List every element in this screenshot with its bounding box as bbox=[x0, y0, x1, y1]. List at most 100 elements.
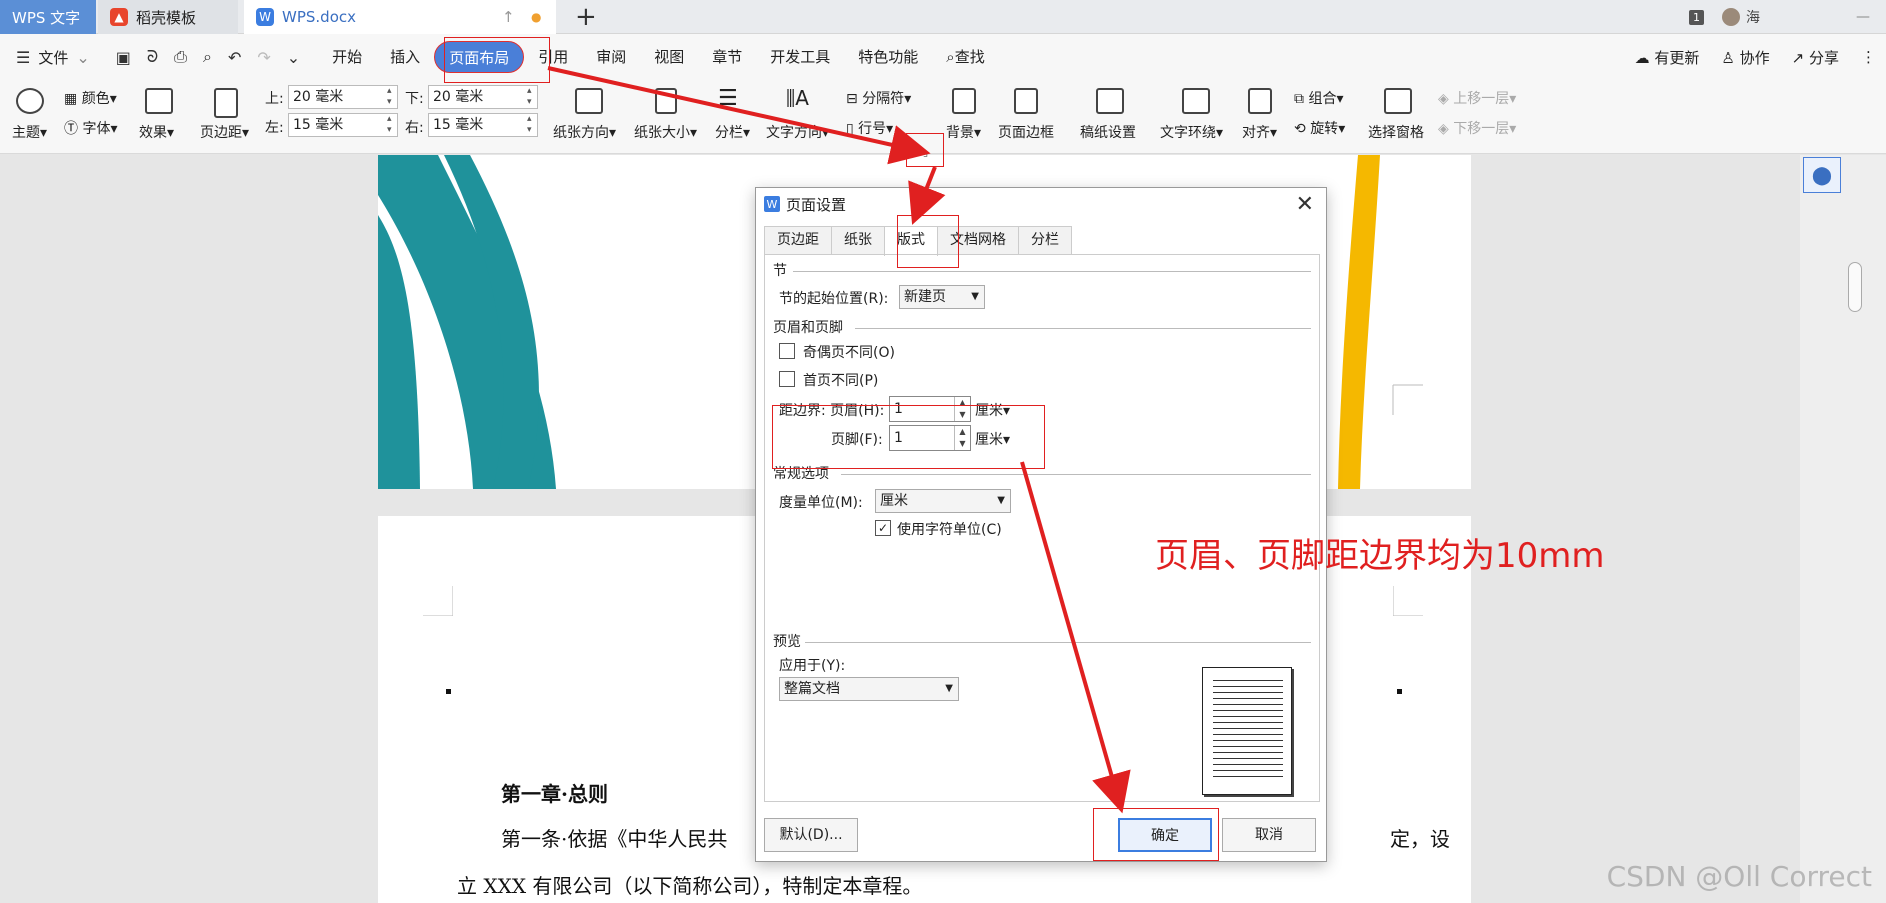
section-start-select[interactable]: 新建页 ▼ bbox=[899, 285, 985, 309]
file-menu[interactable]: 文件 bbox=[38, 47, 68, 68]
tab-margins[interactable]: 页边距 bbox=[764, 226, 832, 254]
more-icon[interactable]: ⋮ bbox=[1861, 48, 1876, 66]
manuscript-button[interactable]: 稿纸设置 bbox=[1080, 122, 1136, 142]
upload-icon[interactable]: ↑ bbox=[502, 8, 515, 26]
rotate-button[interactable]: ⟲ 旋转▾ bbox=[1294, 118, 1345, 138]
menu-section[interactable]: 章节 bbox=[698, 41, 756, 73]
left-margin-input[interactable]: 15 毫米 bbox=[288, 113, 398, 137]
font-button[interactable]: Ⓣ 字体▾ bbox=[64, 118, 117, 138]
paragraph-line-2[interactable]: 立 XXX 有限公司（以下简称公司），特制定本章程。 bbox=[457, 870, 922, 899]
left-margin-label: 左: bbox=[265, 120, 284, 136]
menu-insert[interactable]: 插入 bbox=[376, 41, 434, 73]
caret-down-icon: ▼ bbox=[971, 291, 979, 302]
cloud-icon: ☁ bbox=[1634, 48, 1655, 67]
send-backward-button[interactable]: ◈ 下移一层▾ bbox=[1438, 118, 1516, 138]
measure-unit-select[interactable]: 厘米 ▼ bbox=[875, 489, 1011, 513]
tab-columns[interactable]: 分栏 bbox=[1018, 226, 1072, 254]
margin-button[interactable]: 页边距▾ bbox=[200, 122, 249, 142]
print-preview-icon[interactable]: ⌕ bbox=[195, 47, 220, 67]
line-number-button[interactable]: ▯ 行号▾ bbox=[846, 118, 893, 138]
first-page-checkbox[interactable] bbox=[779, 371, 795, 387]
orientation-button[interactable]: 纸张方向▾ bbox=[553, 122, 616, 142]
top-margin-input[interactable]: 20 毫米 bbox=[288, 85, 398, 109]
background-icon[interactable] bbox=[952, 88, 976, 114]
tab-paper[interactable]: 纸张 bbox=[831, 226, 885, 254]
separator-button[interactable]: ⊟ 分隔符▾ bbox=[846, 88, 911, 108]
chapter-heading[interactable]: 第一章·总则 bbox=[501, 778, 608, 807]
align-button[interactable]: 对齐▾ bbox=[1242, 122, 1277, 142]
redo-icon[interactable]: ↷ bbox=[249, 48, 278, 67]
tab-label: 稻壳模板 bbox=[136, 8, 197, 27]
dialog-launcher-icon[interactable]: ⌟ bbox=[923, 146, 928, 159]
text-wrap-button[interactable]: 文字环绕▾ bbox=[1160, 122, 1223, 142]
right-margin-input[interactable]: 15 毫米 bbox=[428, 113, 538, 137]
divider bbox=[841, 474, 1311, 475]
manuscript-icon[interactable] bbox=[1096, 88, 1124, 114]
layer-up-icon: ◈ bbox=[1438, 91, 1454, 107]
effect-button[interactable]: 效果▾ bbox=[139, 122, 174, 142]
tab-template[interactable]: ▲ 稻壳模板 bbox=[98, 0, 238, 34]
char-unit-label: 使用字符单位(C) bbox=[897, 522, 1002, 538]
theme-icon[interactable] bbox=[16, 88, 44, 114]
bottom-margin-input[interactable]: 20 毫米 bbox=[428, 85, 538, 109]
tab-wps-writer[interactable]: WPS 文字 bbox=[0, 0, 96, 34]
hamburger-icon[interactable]: ☰ bbox=[8, 48, 38, 67]
section-start-label: 节的起始位置(R): bbox=[779, 291, 889, 307]
format-painter-icon[interactable]: ᘐ bbox=[139, 47, 166, 67]
odd-even-label: 奇偶页不同(O) bbox=[803, 345, 895, 361]
apply-to-select[interactable]: 整篇文档 ▼ bbox=[779, 677, 959, 701]
paragraph-line-1b[interactable]: 定，设 bbox=[1390, 823, 1450, 852]
user-area[interactable]: 海 bbox=[1722, 7, 1760, 27]
text-direction-button[interactable]: 文字方向▾ bbox=[766, 122, 829, 142]
menu-start[interactable]: 开始 bbox=[318, 41, 376, 73]
page-border-button[interactable]: 页面边框 bbox=[998, 122, 1054, 142]
orientation-icon[interactable] bbox=[575, 88, 603, 114]
color-button[interactable]: ▦ 颜色▾ bbox=[64, 88, 117, 108]
new-tab-button[interactable]: + bbox=[575, 2, 597, 32]
selection-pane-button[interactable]: 选择窗格 bbox=[1368, 122, 1424, 142]
text-wrap-icon[interactable] bbox=[1182, 88, 1210, 114]
minimize-icon[interactable]: — bbox=[1856, 9, 1870, 25]
selection-pane-icon[interactable] bbox=[1384, 88, 1412, 114]
background-button[interactable]: 背景▾ bbox=[946, 122, 981, 142]
paper-size-button[interactable]: 纸张大小▾ bbox=[634, 122, 697, 142]
layer-down-icon: ◈ bbox=[1438, 121, 1454, 137]
print-icon[interactable]: ⎙ bbox=[166, 47, 195, 67]
customize-icon[interactable]: ⌄ bbox=[279, 48, 308, 67]
menu-features[interactable]: 特色功能 bbox=[844, 41, 932, 73]
cancel-button[interactable]: 取消 bbox=[1222, 818, 1316, 852]
menu-developer[interactable]: 开发工具 bbox=[756, 41, 844, 73]
effect-icon[interactable] bbox=[145, 88, 173, 114]
location-pin-icon[interactable]: ⬤ bbox=[1803, 157, 1841, 193]
undo-icon[interactable]: ↶ bbox=[220, 48, 249, 67]
paper-size-icon[interactable] bbox=[655, 88, 677, 114]
chevron-down-icon[interactable]: ⌄ bbox=[68, 48, 97, 67]
menu-review[interactable]: 审阅 bbox=[582, 41, 640, 73]
page-border-icon[interactable] bbox=[1014, 88, 1038, 114]
close-icon[interactable]: ✕ bbox=[1296, 192, 1314, 217]
menu-view[interactable]: 视图 bbox=[640, 41, 698, 73]
default-button[interactable]: 默认(D)... bbox=[764, 818, 858, 852]
theme-button[interactable]: 主题▾ bbox=[12, 122, 47, 142]
right-margin-label: 右: bbox=[405, 120, 424, 136]
char-unit-checkbox[interactable]: ✓ bbox=[875, 520, 891, 536]
odd-even-checkbox[interactable] bbox=[779, 343, 795, 359]
margin-icon[interactable] bbox=[214, 88, 238, 118]
line-number-icon: ▯ bbox=[846, 121, 859, 137]
group-button[interactable]: ⧉ 组合▾ bbox=[1294, 88, 1343, 108]
titlebar-right: 1 海 — bbox=[1689, 0, 1886, 34]
scrollbar-thumb[interactable] bbox=[1848, 262, 1862, 312]
save-icon[interactable]: ▣ bbox=[108, 48, 139, 67]
top-margin-label: 上: bbox=[265, 91, 284, 107]
bring-forward-button[interactable]: ◈ 上移一层▾ bbox=[1438, 88, 1516, 108]
anchor-mark bbox=[446, 689, 451, 694]
paragraph-line-1a[interactable]: 第一条·依据《中华人民共 bbox=[501, 823, 727, 852]
tab-document[interactable]: W WPS.docx ↑ ● bbox=[244, 0, 556, 34]
columns-button[interactable]: 分栏▾ bbox=[715, 122, 750, 142]
align-icon[interactable] bbox=[1248, 88, 1272, 114]
collab-button[interactable]: ♙ 协作 bbox=[1721, 47, 1769, 68]
search-button[interactable]: ⌕查找 bbox=[932, 41, 998, 73]
share-button[interactable]: ↗ 分享 bbox=[1792, 47, 1839, 68]
update-button[interactable]: ☁ 有更新 bbox=[1635, 47, 1700, 68]
share-icon: ↗ bbox=[1791, 48, 1809, 67]
